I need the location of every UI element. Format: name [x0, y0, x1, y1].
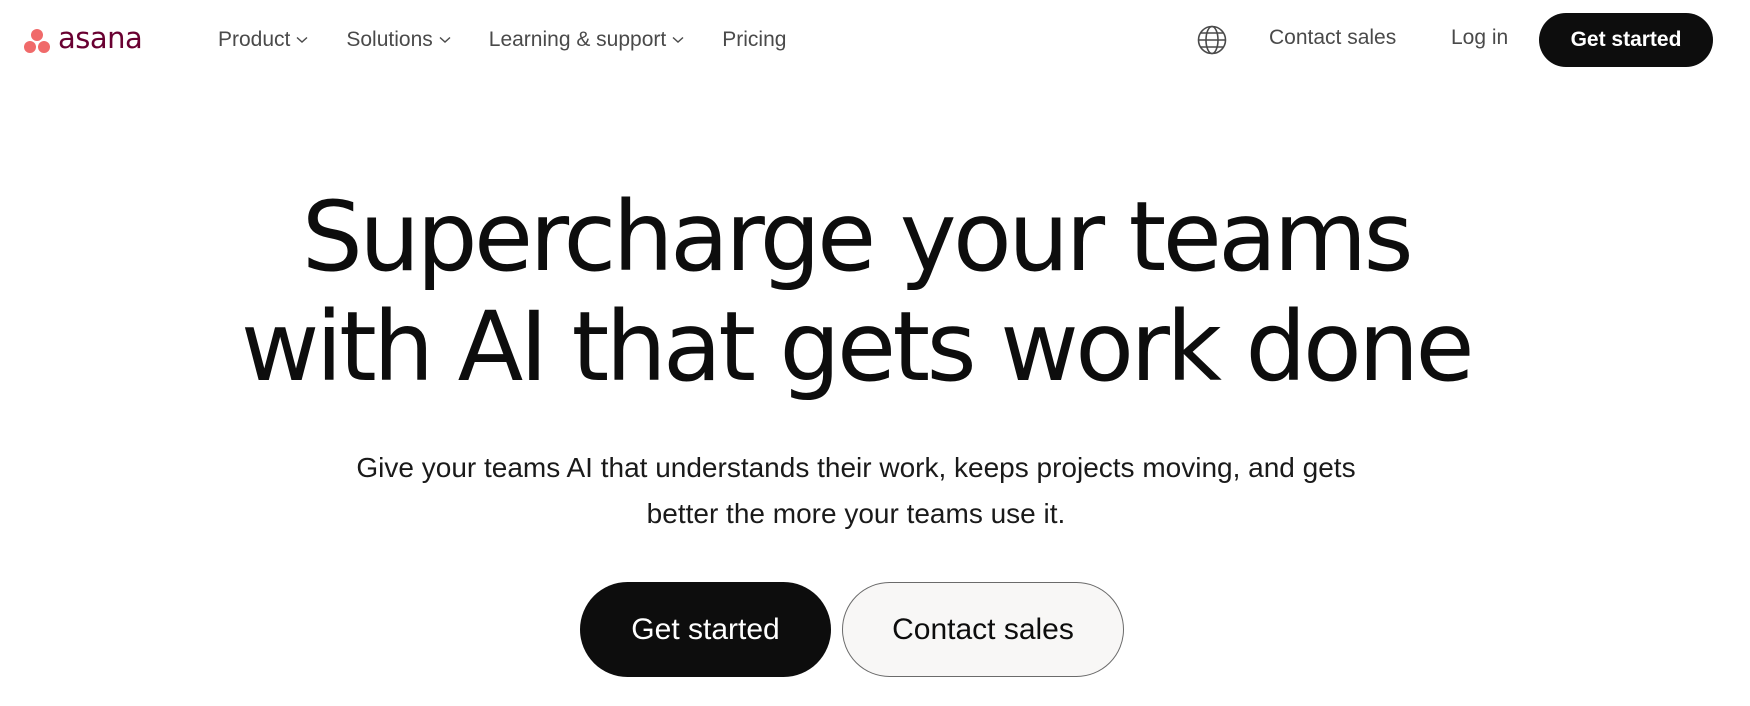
hero-title: Supercharge your teams with AI that gets… — [0, 182, 1712, 402]
chevron-down-icon — [296, 36, 308, 43]
nav-login-link[interactable]: Log in — [1451, 26, 1508, 50]
hero-subtitle-line: Give your teams AI that understands thei… — [356, 452, 1356, 483]
hero-contact-sales-button[interactable]: Contact sales — [842, 582, 1124, 677]
nav-item-pricing[interactable]: Pricing — [722, 28, 786, 52]
hero-get-started-button[interactable]: Get started — [580, 582, 831, 677]
nav-item-label: Solutions — [346, 28, 433, 51]
nav-item-product[interactable]: Product — [218, 28, 308, 52]
hero-title-line: Supercharge your teams — [301, 181, 1414, 293]
nav-item-solutions[interactable]: Solutions — [346, 28, 451, 52]
top-navigation: asana Product Solutions Learning & suppo… — [0, 0, 1750, 80]
chevron-down-icon — [439, 36, 451, 43]
nav-item-label: Learning & support — [488, 28, 667, 51]
asana-three-dots-icon — [23, 28, 51, 54]
hero-title-line: with AI that gets work done — [240, 291, 1475, 403]
globe-icon[interactable] — [1196, 24, 1228, 56]
asana-logo[interactable]: asana — [23, 21, 143, 56]
nav-item-learning-support[interactable]: Learning & support — [489, 28, 684, 52]
nav-get-started-button[interactable]: Get started — [1539, 13, 1713, 67]
logo-wordmark: asana — [58, 21, 143, 55]
hero-subtitle-line: better the more your teams use it. — [646, 498, 1066, 529]
nav-item-label: Pricing — [722, 28, 787, 51]
hero-subtitle: Give your teams AI that understands thei… — [0, 445, 1712, 537]
chevron-down-icon — [672, 36, 684, 43]
nav-contact-sales-link[interactable]: Contact sales — [1269, 26, 1396, 50]
main-nav: Product Solutions Learning & support Pri… — [218, 24, 786, 56]
nav-item-label: Product — [218, 28, 291, 51]
